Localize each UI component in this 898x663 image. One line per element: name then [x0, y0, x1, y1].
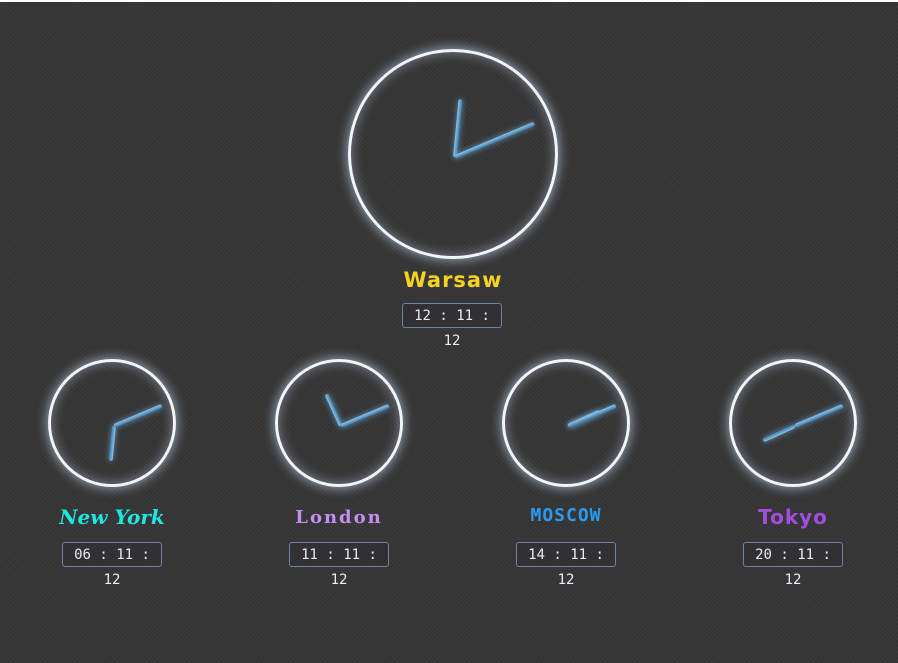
city-name-moscow: MOSCOW [530, 505, 602, 526]
clock-moscow: MOSCOW 14 : 11 : 12 [502, 359, 630, 588]
city-name-warsaw: Warsaw [403, 268, 503, 292]
minute-hand [339, 403, 390, 428]
minute-hand [112, 403, 163, 428]
hour-hand [108, 425, 116, 462]
hour-hand [324, 393, 343, 427]
hour-hand [452, 99, 463, 158]
clock-warsaw: Warsaw 12 : 11 : 12 [348, 49, 558, 349]
clock-tokyo: Tokyo 20 : 11 : 12 [729, 359, 857, 588]
hour-hand [761, 424, 796, 443]
clock-new-york: New York 06 : 11 : 12 [48, 359, 176, 588]
time-display-tokyo: 20 : 11 : 12 [743, 542, 843, 588]
clock-face-moscow [502, 359, 630, 487]
clock-face-new-york [48, 359, 176, 487]
minute-hand [793, 403, 844, 428]
time-display-london: 11 : 11 : 12 [289, 542, 389, 588]
minute-hand [453, 121, 535, 159]
time-display-moscow: 14 : 11 : 12 [516, 542, 616, 588]
minute-hand [566, 403, 617, 428]
time-display-warsaw: 12 : 11 : 12 [402, 303, 502, 349]
city-name-london: London [295, 507, 383, 528]
clock-london: London 11 : 11 : 12 [275, 359, 403, 588]
clock-face-warsaw [348, 49, 558, 259]
time-display-new-york: 06 : 11 : 12 [62, 542, 162, 588]
city-name-tokyo: Tokyo [758, 505, 828, 529]
clock-face-tokyo [729, 359, 857, 487]
clock-face-london [275, 359, 403, 487]
city-name-new-york: New York [59, 505, 165, 529]
